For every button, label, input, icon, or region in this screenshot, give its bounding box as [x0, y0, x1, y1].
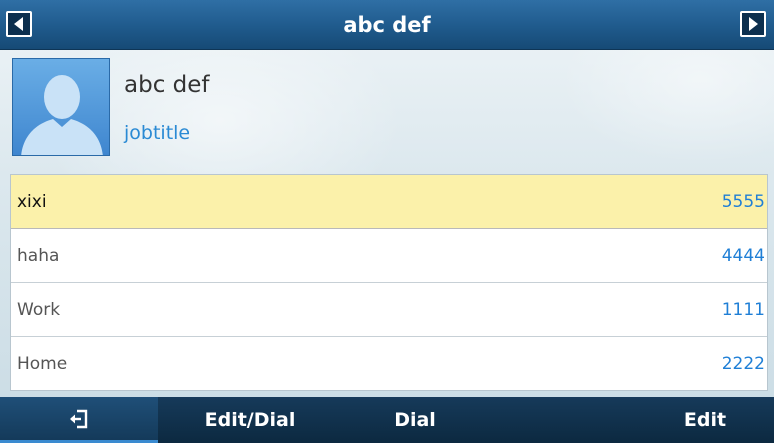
contact-name: abc def	[124, 72, 210, 98]
phone-number: 2222	[721, 354, 765, 374]
arrow-left-icon	[14, 17, 23, 31]
number-label: haha	[17, 245, 60, 266]
edit-dial-softkey[interactable]: Edit/Dial	[170, 397, 330, 443]
page-title: abc def	[343, 13, 431, 37]
number-row-haha[interactable]: haha 4444	[11, 229, 767, 283]
arrow-right-icon	[749, 17, 758, 31]
person-silhouette-icon	[21, 75, 103, 155]
avatar	[12, 58, 110, 156]
contact-job-title: jobtitle	[124, 122, 191, 144]
edit-softkey[interactable]: Edit	[650, 397, 760, 443]
number-row-work[interactable]: Work 1111	[11, 283, 767, 337]
next-contact-button[interactable]	[740, 11, 766, 37]
phone-number: 1111	[721, 299, 765, 320]
phone-number: 5555	[721, 191, 765, 212]
back-exit-icon	[70, 409, 88, 428]
number-label: Home	[17, 354, 68, 374]
phone-screen: abc def abc def jobtitle xixi 5555 haha …	[0, 0, 774, 443]
previous-contact-button[interactable]	[6, 11, 32, 37]
title-bar: abc def	[0, 0, 774, 50]
number-label: Work	[17, 299, 61, 320]
back-softkey[interactable]	[0, 397, 158, 443]
number-label: xixi	[17, 191, 47, 212]
softkey-bar: Edit/Dial Dial Edit	[0, 397, 774, 443]
number-list: xixi 5555 haha 4444 Work 1111 Home 2222	[10, 174, 768, 391]
dial-softkey[interactable]: Dial	[350, 397, 480, 443]
number-row-xixi[interactable]: xixi 5555	[11, 175, 767, 229]
phone-number: 4444	[721, 245, 765, 266]
number-row-home[interactable]: Home 2222	[11, 337, 767, 391]
